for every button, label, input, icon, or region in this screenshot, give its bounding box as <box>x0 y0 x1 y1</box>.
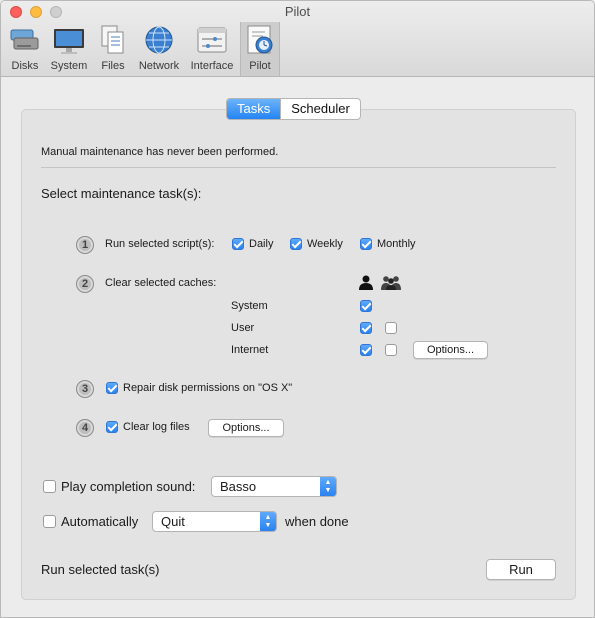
cache-system-checkbox[interactable] <box>360 300 372 312</box>
cache-user-checkbox[interactable] <box>360 322 372 334</box>
action-popup-value: Quit <box>161 514 185 529</box>
clear-logs-checkbox[interactable] <box>106 421 118 433</box>
cache-internet-all-users-checkbox[interactable] <box>385 344 397 356</box>
step-number-2: 2 <box>76 275 94 293</box>
sound-popup-value: Basso <box>220 479 257 494</box>
cache-user-label: User <box>231 322 255 334</box>
when-done-label: when done <box>285 514 349 529</box>
daily-checkbox[interactable] <box>232 238 244 250</box>
run-tasks-label: Run selected task(s) <box>41 562 160 577</box>
tab-tasks[interactable]: Tasks <box>227 99 281 119</box>
monthly-label: Monthly <box>377 238 416 250</box>
repair-permissions-checkbox[interactable] <box>106 382 118 394</box>
action-popup[interactable]: Quit ▲ ▼ <box>152 511 277 532</box>
run-button[interactable]: Run <box>486 559 556 580</box>
updown-arrows-icon: ▲ ▼ <box>260 512 276 531</box>
cache-options-button[interactable]: Options... <box>413 341 488 359</box>
section-heading: Select maintenance task(s): <box>41 186 202 201</box>
sound-popup[interactable]: Basso ▲ ▼ <box>211 476 337 497</box>
toolbar-label: Network <box>138 60 180 72</box>
task-run-scripts-label: Run selected script(s): <box>105 238 215 250</box>
cache-system-label: System <box>231 300 268 312</box>
maintenance-status: Manual maintenance has never been perfor… <box>41 146 279 158</box>
toolbar-item-pilot[interactable]: Pilot <box>240 22 280 76</box>
toolbar-label: Disks <box>11 60 39 72</box>
toolbar-label: Interface <box>190 60 234 72</box>
system-icon <box>54 29 84 54</box>
interface-icon <box>197 27 227 53</box>
play-sound-checkbox[interactable] <box>43 480 56 493</box>
tab-scheduler[interactable]: Scheduler <box>280 99 360 119</box>
disks-icon <box>10 29 39 50</box>
cache-internet-label: Internet <box>231 344 269 356</box>
weekly-label: Weekly <box>307 238 343 250</box>
toolbar-item-files[interactable]: Files <box>95 22 131 76</box>
toolbar-item-disks[interactable]: Disks <box>5 22 45 76</box>
app-window: Pilot Disks System Files Network Interfa… <box>0 0 595 618</box>
step-number-3: 3 <box>76 380 94 398</box>
task-clear-caches-label: Clear selected caches: <box>105 277 217 289</box>
title-bar: Pilot Disks System Files Network Interfa… <box>1 1 594 77</box>
daily-label: Daily <box>249 238 274 250</box>
monthly-checkbox[interactable] <box>360 238 372 250</box>
tab-switcher: Tasks Scheduler <box>226 98 361 120</box>
toolbar-label: System <box>50 60 88 72</box>
automatically-label: Automatically <box>61 514 139 529</box>
pilot-icon <box>247 25 273 54</box>
toolbar-item-interface[interactable]: Interface <box>187 22 237 76</box>
automatically-checkbox[interactable] <box>43 515 56 528</box>
updown-arrows-icon: ▲ ▼ <box>320 477 336 496</box>
weekly-checkbox[interactable] <box>290 238 302 250</box>
log-options-button[interactable]: Options... <box>208 419 284 437</box>
toolbar-item-system[interactable]: System <box>47 22 91 76</box>
cache-user-all-users-checkbox[interactable] <box>385 322 397 334</box>
clear-logs-label: Clear log files <box>123 421 190 433</box>
files-icon <box>101 25 124 54</box>
divider <box>41 167 556 168</box>
step-number-4: 4 <box>76 419 94 437</box>
toolbar-item-network[interactable]: Network <box>134 22 184 76</box>
cache-internet-checkbox[interactable] <box>360 344 372 356</box>
repair-permissions-label: Repair disk permissions on "OS X" <box>123 382 293 394</box>
step-number-1: 1 <box>76 236 94 254</box>
multi-user-icon <box>381 276 401 290</box>
toolbar-label: Files <box>101 60 125 72</box>
single-user-icon <box>359 275 373 290</box>
play-sound-label: Play completion sound: <box>61 479 196 494</box>
network-icon <box>145 26 173 54</box>
window-title: Pilot <box>284 4 311 19</box>
toolbar-label: Pilot <box>249 60 271 72</box>
